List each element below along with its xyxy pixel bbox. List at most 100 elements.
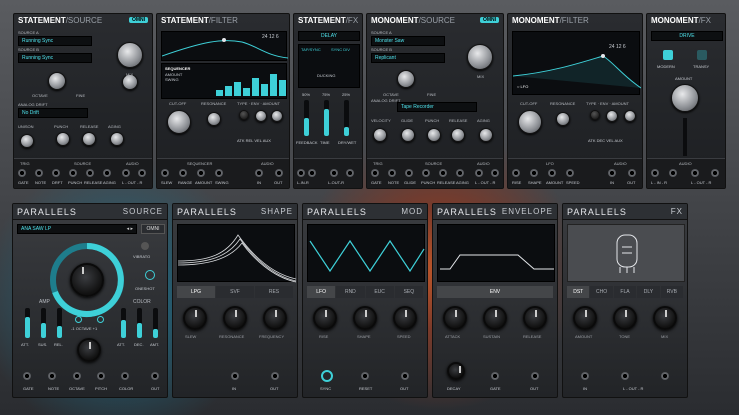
drywet-fader[interactable] bbox=[344, 100, 349, 136]
transy-button[interactable] bbox=[697, 50, 707, 60]
tab-rnd[interactable]: RND bbox=[336, 286, 365, 298]
speed-jack[interactable] bbox=[566, 169, 574, 177]
mix-knob[interactable] bbox=[653, 306, 677, 330]
tab-lfo[interactable]: LFO bbox=[307, 286, 336, 298]
pitch-main-knob[interactable] bbox=[70, 263, 104, 297]
release-knob[interactable] bbox=[451, 128, 465, 142]
tone-knob[interactable] bbox=[613, 306, 637, 330]
source-a-selector[interactable]: Monster Saw bbox=[371, 36, 445, 46]
aging-knob[interactable] bbox=[479, 128, 493, 142]
octave-jack[interactable] bbox=[73, 372, 81, 380]
amount-knob[interactable] bbox=[271, 110, 283, 122]
note-jack[interactable] bbox=[388, 169, 396, 177]
speed-knob[interactable] bbox=[393, 306, 417, 330]
tab-env[interactable]: ENV bbox=[437, 286, 553, 298]
type-knob[interactable] bbox=[590, 110, 600, 120]
in-jack[interactable] bbox=[231, 372, 239, 380]
slope-readout[interactable]: 24 12 6 bbox=[262, 34, 279, 40]
out-jack[interactable] bbox=[275, 169, 283, 177]
out-jack[interactable] bbox=[531, 372, 539, 380]
env-knob[interactable] bbox=[255, 110, 267, 122]
source-a-selector[interactable]: Running Sync bbox=[18, 36, 92, 46]
gate-jack[interactable] bbox=[23, 372, 31, 380]
out-jack[interactable] bbox=[401, 372, 409, 380]
amp-release-slider[interactable] bbox=[57, 308, 62, 338]
rise-jack[interactable] bbox=[512, 169, 520, 177]
swing-jack[interactable] bbox=[215, 169, 223, 177]
sync-div-tag[interactable]: SYNC DIV bbox=[331, 47, 350, 52]
out-jack[interactable] bbox=[628, 169, 636, 177]
resonance-knob[interactable] bbox=[556, 112, 570, 126]
mix-knob[interactable] bbox=[467, 44, 493, 70]
out-r-jack[interactable] bbox=[491, 169, 499, 177]
sync-toggle[interactable] bbox=[321, 370, 333, 382]
fx-mode-selector[interactable]: DELAY bbox=[298, 31, 360, 41]
pitch-jack[interactable] bbox=[97, 372, 105, 380]
sustain-knob[interactable] bbox=[483, 306, 507, 330]
amp-sustain-slider[interactable] bbox=[41, 308, 46, 338]
out-l-jack[interactable] bbox=[691, 169, 699, 177]
in-r-jack[interactable] bbox=[308, 169, 316, 177]
pitch-knob[interactable] bbox=[77, 338, 101, 362]
source-b-selector[interactable]: Replicant bbox=[371, 53, 445, 63]
decay-knob[interactable] bbox=[447, 362, 465, 380]
tap-sync-tag[interactable]: TAP/SYNC bbox=[301, 47, 321, 52]
out-l-jack[interactable] bbox=[122, 169, 130, 177]
feedback-fader[interactable] bbox=[304, 100, 309, 136]
in-l-jack[interactable] bbox=[651, 169, 659, 177]
step-bars[interactable] bbox=[162, 64, 288, 100]
aging-jack[interactable] bbox=[103, 169, 111, 177]
amount-jack[interactable] bbox=[197, 169, 205, 177]
tab-seq[interactable]: SEQ bbox=[394, 286, 423, 298]
rise-knob[interactable] bbox=[313, 306, 337, 330]
slope-readout[interactable]: 24 12 6 bbox=[609, 44, 626, 50]
tab-svf[interactable]: SVF bbox=[216, 286, 254, 298]
octave-knob[interactable] bbox=[48, 72, 66, 90]
mix-knob[interactable] bbox=[117, 42, 143, 68]
punch-knob[interactable] bbox=[427, 128, 441, 142]
out-jack[interactable] bbox=[151, 372, 159, 380]
punch-jack[interactable] bbox=[422, 169, 430, 177]
tab-cho[interactable]: CHO bbox=[590, 286, 613, 298]
omni-button[interactable]: OMNI bbox=[141, 224, 165, 234]
release-jack[interactable] bbox=[86, 169, 94, 177]
in-jack[interactable] bbox=[608, 169, 616, 177]
type-knob[interactable] bbox=[239, 110, 249, 120]
cutoff-knob[interactable] bbox=[167, 110, 191, 134]
note-jack[interactable] bbox=[48, 372, 56, 380]
vibrato-knob[interactable] bbox=[141, 242, 149, 250]
slew-knob[interactable] bbox=[183, 306, 207, 330]
in-l-jack[interactable] bbox=[297, 169, 305, 177]
out-jack[interactable] bbox=[271, 372, 279, 380]
note-jack[interactable] bbox=[35, 169, 43, 177]
octave-up-button[interactable] bbox=[97, 316, 104, 323]
release-knob[interactable] bbox=[82, 132, 96, 146]
punch-knob[interactable] bbox=[56, 132, 70, 146]
release-knob[interactable] bbox=[523, 306, 547, 330]
modern-button[interactable] bbox=[663, 50, 673, 60]
out-r-jack[interactable] bbox=[711, 169, 719, 177]
lfo-toggle[interactable]: ○ LFO bbox=[517, 84, 528, 89]
resonance-knob[interactable] bbox=[207, 112, 221, 126]
chevron-arrows-icon[interactable]: ◂ ▸ bbox=[127, 226, 133, 232]
tab-lpg[interactable]: LPG bbox=[177, 286, 215, 298]
glide-knob[interactable] bbox=[401, 128, 415, 142]
env-knob[interactable] bbox=[606, 110, 618, 122]
shape-jack[interactable] bbox=[530, 169, 538, 177]
cutoff-knob[interactable] bbox=[518, 110, 542, 134]
tab-dst[interactable]: DST bbox=[567, 286, 590, 298]
out-l-jack[interactable] bbox=[475, 169, 483, 177]
octave-knob[interactable] bbox=[397, 70, 415, 88]
out-r-jack[interactable] bbox=[346, 169, 354, 177]
out-l-jack[interactable] bbox=[330, 169, 338, 177]
octave-down-button[interactable] bbox=[75, 316, 82, 323]
color-amount-slider[interactable] bbox=[153, 308, 158, 338]
amount-knob[interactable] bbox=[573, 306, 597, 330]
aging-knob[interactable] bbox=[110, 132, 124, 146]
out-r-jack[interactable] bbox=[138, 169, 146, 177]
range-jack[interactable] bbox=[179, 169, 187, 177]
aging-jack[interactable] bbox=[456, 169, 464, 177]
gate-jack[interactable] bbox=[491, 372, 499, 380]
out-l-jack[interactable] bbox=[621, 372, 629, 380]
color-jack[interactable] bbox=[121, 372, 129, 380]
